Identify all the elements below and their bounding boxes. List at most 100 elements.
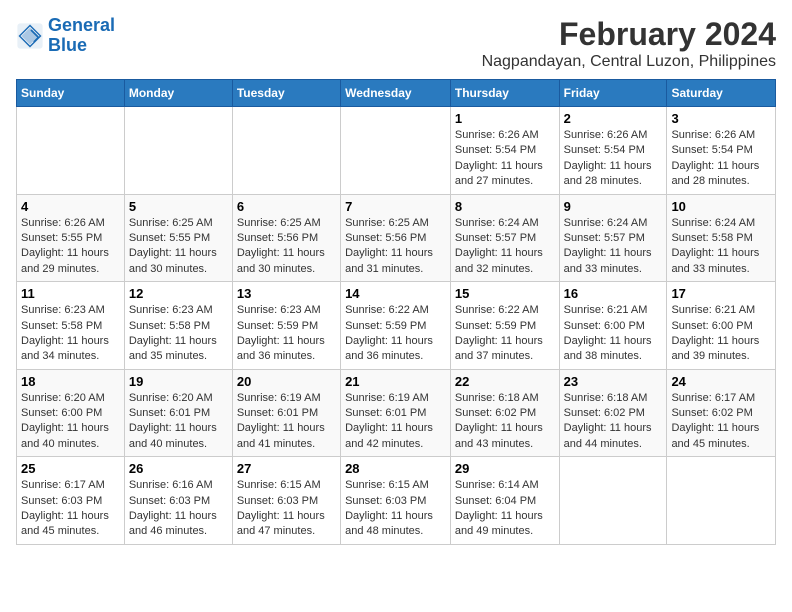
calendar-cell: 27 Sunrise: 6:15 AMSunset: 6:03 PMDayligh… <box>232 457 340 545</box>
calendar-cell: 29 Sunrise: 6:14 AMSunset: 6:04 PMDayligh… <box>450 457 559 545</box>
day-number: 17 <box>671 286 771 301</box>
calendar-cell: 21 Sunrise: 6:19 AMSunset: 6:01 PMDayligh… <box>341 369 451 457</box>
page-header: General Blue February 2024 Nagpandayan, … <box>16 16 776 71</box>
calendar-cell: 24 Sunrise: 6:17 AMSunset: 6:02 PMDayligh… <box>667 369 776 457</box>
calendar-cell: 12 Sunrise: 6:23 AMSunset: 5:58 PMDayligh… <box>124 282 232 370</box>
day-info: Sunrise: 6:23 AMSunset: 5:58 PMDaylight:… <box>21 303 120 365</box>
calendar-cell: 10 Sunrise: 6:24 AMSunset: 5:58 PMDayligh… <box>667 194 776 282</box>
day-info: Sunrise: 6:15 AMSunset: 6:03 PMDaylight:… <box>345 478 446 540</box>
day-number: 24 <box>671 374 771 389</box>
calendar-cell: 28Sunrise: 6:15 AMSunset: 6:03 PMDayligh… <box>341 457 451 545</box>
calendar-cell: 26 Sunrise: 6:16 AMSunset: 6:03 PMDayligh… <box>124 457 232 545</box>
calendar-cell: 1 Sunrise: 6:26 AMSunset: 5:54 PMDaylight… <box>450 107 559 195</box>
calendar-week-row: 18Sunrise: 6:20 AMSunset: 6:00 PMDayligh… <box>17 369 776 457</box>
calendar-table: SundayMondayTuesdayWednesdayThursdayFrid… <box>16 79 776 545</box>
day-number: 8 <box>455 199 555 214</box>
column-header-wednesday: Wednesday <box>341 80 451 107</box>
day-number: 19 <box>129 374 228 389</box>
calendar-cell: 19 Sunrise: 6:20 AMSunset: 6:01 PMDayligh… <box>124 369 232 457</box>
calendar-cell <box>559 457 667 545</box>
day-number: 12 <box>129 286 228 301</box>
calendar-cell: 23 Sunrise: 6:18 AMSunset: 6:02 PMDayligh… <box>559 369 667 457</box>
day-info: Sunrise: 6:15 AMSunset: 6:03 PMDaylight:… <box>237 478 336 540</box>
column-header-thursday: Thursday <box>450 80 559 107</box>
day-info: Sunrise: 6:24 AMSunset: 5:58 PMDaylight:… <box>671 216 771 278</box>
day-info: Sunrise: 6:26 AMSunset: 5:54 PMDaylight:… <box>455 128 555 190</box>
day-info: Sunrise: 6:23 AMSunset: 5:58 PMDaylight:… <box>129 303 228 365</box>
day-number: 20 <box>237 374 336 389</box>
logo-text: General Blue <box>48 16 115 56</box>
title-block: February 2024 Nagpandayan, Central Luzon… <box>482 16 776 71</box>
day-number: 10 <box>671 199 771 214</box>
day-info: Sunrise: 6:16 AMSunset: 6:03 PMDaylight:… <box>129 478 228 540</box>
calendar-cell <box>17 107 125 195</box>
column-header-tuesday: Tuesday <box>232 80 340 107</box>
calendar-cell: 7Sunrise: 6:25 AMSunset: 5:56 PMDaylight… <box>341 194 451 282</box>
column-header-sunday: Sunday <box>17 80 125 107</box>
calendar-cell: 25 Sunrise: 6:17 AMSunset: 6:03 PMDayligh… <box>17 457 125 545</box>
day-info: Sunrise: 6:25 AMSunset: 5:55 PMDaylight:… <box>129 216 228 278</box>
calendar-cell: 4 Sunrise: 6:26 AMSunset: 5:55 PMDaylight… <box>17 194 125 282</box>
day-info: Sunrise: 6:18 AMSunset: 6:02 PMDaylight:… <box>455 391 555 453</box>
calendar-cell: 8 Sunrise: 6:24 AMSunset: 5:57 PMDaylight… <box>450 194 559 282</box>
day-info: Sunrise: 6:25 AMSunset: 5:56 PMDaylight:… <box>237 216 336 278</box>
calendar-week-row: 11 Sunrise: 6:23 AMSunset: 5:58 PMDayligh… <box>17 282 776 370</box>
day-info: Sunrise: 6:26 AMSunset: 5:54 PMDaylight:… <box>564 128 663 190</box>
calendar-cell: 5Sunrise: 6:25 AMSunset: 5:55 PMDaylight… <box>124 194 232 282</box>
day-info: Sunrise: 6:21 AMSunset: 6:00 PMDaylight:… <box>671 303 771 365</box>
day-info: Sunrise: 6:22 AMSunset: 5:59 PMDaylight:… <box>455 303 555 365</box>
day-info: Sunrise: 6:23 AMSunset: 5:59 PMDaylight:… <box>237 303 336 365</box>
day-info: Sunrise: 6:22 AMSunset: 5:59 PMDaylight:… <box>345 303 446 365</box>
day-number: 27 <box>237 461 336 476</box>
day-info: Sunrise: 6:24 AMSunset: 5:57 PMDaylight:… <box>455 216 555 278</box>
day-info: Sunrise: 6:26 AMSunset: 5:55 PMDaylight:… <box>21 216 120 278</box>
calendar-cell: 2 Sunrise: 6:26 AMSunset: 5:54 PMDaylight… <box>559 107 667 195</box>
day-info: Sunrise: 6:24 AMSunset: 5:57 PMDaylight:… <box>564 216 663 278</box>
page-subtitle: Nagpandayan, Central Luzon, Philippines <box>482 53 776 71</box>
day-number: 29 <box>455 461 555 476</box>
day-number: 4 <box>21 199 120 214</box>
day-info: Sunrise: 6:17 AMSunset: 6:03 PMDaylight:… <box>21 478 120 540</box>
day-info: Sunrise: 6:21 AMSunset: 6:00 PMDaylight:… <box>564 303 663 365</box>
day-number: 1 <box>455 111 555 126</box>
day-number: 7 <box>345 199 446 214</box>
day-number: 11 <box>21 286 120 301</box>
day-number: 6 <box>237 199 336 214</box>
calendar-cell: 16 Sunrise: 6:21 AMSunset: 6:00 PMDayligh… <box>559 282 667 370</box>
calendar-week-row: 4 Sunrise: 6:26 AMSunset: 5:55 PMDaylight… <box>17 194 776 282</box>
day-number: 16 <box>564 286 663 301</box>
day-number: 13 <box>237 286 336 301</box>
logo: General Blue <box>16 16 115 56</box>
day-info: Sunrise: 6:19 AMSunset: 6:01 PMDaylight:… <box>237 391 336 453</box>
calendar-cell: 17 Sunrise: 6:21 AMSunset: 6:00 PMDayligh… <box>667 282 776 370</box>
day-info: Sunrise: 6:17 AMSunset: 6:02 PMDaylight:… <box>671 391 771 453</box>
day-number: 14 <box>345 286 446 301</box>
calendar-cell: 15 Sunrise: 6:22 AMSunset: 5:59 PMDayligh… <box>450 282 559 370</box>
day-info: Sunrise: 6:20 AMSunset: 6:01 PMDaylight:… <box>129 391 228 453</box>
day-info: Sunrise: 6:26 AMSunset: 5:54 PMDaylight:… <box>671 128 771 190</box>
calendar-week-row: 25 Sunrise: 6:17 AMSunset: 6:03 PMDayligh… <box>17 457 776 545</box>
day-number: 15 <box>455 286 555 301</box>
calendar-cell <box>232 107 340 195</box>
day-number: 2 <box>564 111 663 126</box>
day-number: 25 <box>21 461 120 476</box>
calendar-cell: 20 Sunrise: 6:19 AMSunset: 6:01 PMDayligh… <box>232 369 340 457</box>
day-number: 26 <box>129 461 228 476</box>
day-number: 23 <box>564 374 663 389</box>
day-info: Sunrise: 6:18 AMSunset: 6:02 PMDaylight:… <box>564 391 663 453</box>
calendar-week-row: 1 Sunrise: 6:26 AMSunset: 5:54 PMDaylight… <box>17 107 776 195</box>
calendar-cell: 9Sunrise: 6:24 AMSunset: 5:57 PMDaylight… <box>559 194 667 282</box>
calendar-cell <box>341 107 451 195</box>
column-header-monday: Monday <box>124 80 232 107</box>
day-number: 22 <box>455 374 555 389</box>
calendar-cell: 6 Sunrise: 6:25 AMSunset: 5:56 PMDaylight… <box>232 194 340 282</box>
column-header-friday: Friday <box>559 80 667 107</box>
calendar-cell <box>667 457 776 545</box>
calendar-cell <box>124 107 232 195</box>
calendar-cell: 22 Sunrise: 6:18 AMSunset: 6:02 PMDayligh… <box>450 369 559 457</box>
calendar-cell: 11 Sunrise: 6:23 AMSunset: 5:58 PMDayligh… <box>17 282 125 370</box>
day-number: 21 <box>345 374 446 389</box>
day-info: Sunrise: 6:14 AMSunset: 6:04 PMDaylight:… <box>455 478 555 540</box>
day-info: Sunrise: 6:19 AMSunset: 6:01 PMDaylight:… <box>345 391 446 453</box>
logo-icon <box>16 22 44 50</box>
